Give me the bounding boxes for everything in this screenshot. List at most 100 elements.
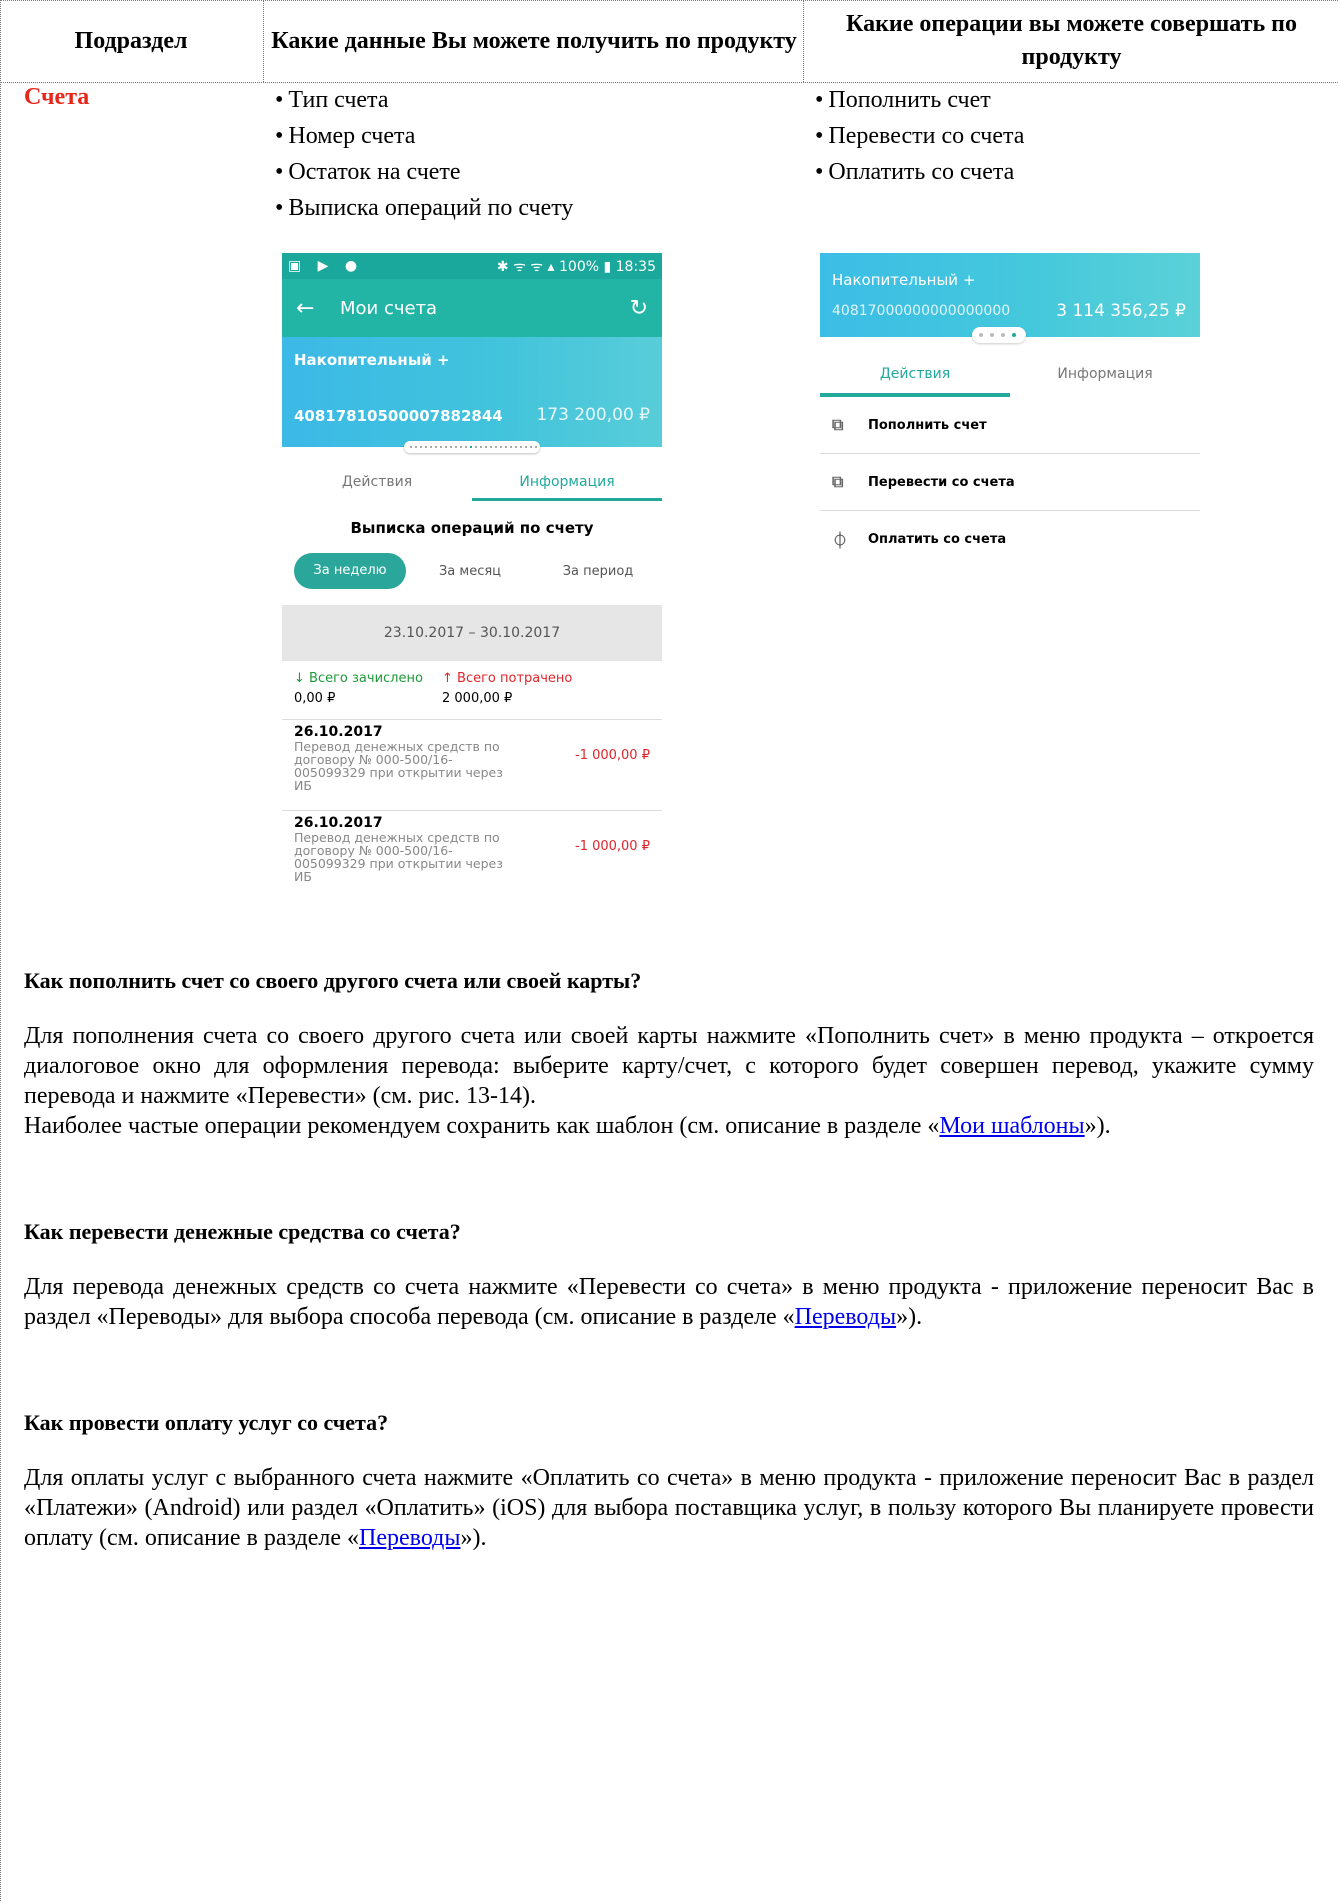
operations-list: Пополнить счет Перевести со счета Оплати… xyxy=(815,82,1024,190)
account-statement-screenshot: ▣ ▶ ● ✱ ᯤ ᯤ ▴ 100% ▮ 18:35 ← Мои счета ↻… xyxy=(282,253,662,889)
period-range-button[interactable]: За период xyxy=(534,564,662,579)
tab-indicator xyxy=(820,393,1010,397)
pager-dot xyxy=(430,446,432,448)
text: »). xyxy=(1084,1113,1111,1139)
pager-dot xyxy=(510,446,512,448)
pager-dot xyxy=(535,446,537,448)
action-topup[interactable]: ⧉ Пополнить счет xyxy=(820,397,1200,454)
link-transfers[interactable]: Переводы xyxy=(359,1525,460,1551)
pager-dot xyxy=(480,446,482,448)
date-range[interactable]: 23.10.2017 – 30.10.2017 xyxy=(282,605,662,661)
list-item: Перевести со счета xyxy=(815,118,1024,154)
pager-dot xyxy=(440,446,442,448)
period-month-button[interactable]: За месяц xyxy=(406,564,534,579)
action-label: Оплатить со счета xyxy=(868,531,1007,547)
pager-dot xyxy=(485,446,487,448)
action-label: Пополнить счет xyxy=(868,417,987,433)
operation-amount: -1 000,00 ₽ xyxy=(575,839,650,854)
pager-dot xyxy=(415,446,417,448)
account-card[interactable]: Накопительный + 40817000000000000000 3 1… xyxy=(820,253,1200,337)
operation-description: Перевод денежных средств по договору № 0… xyxy=(294,830,503,884)
faq-question-payment: Как провести оплату услуг со счета? xyxy=(24,1410,389,1435)
statement-title: Выписка операций по счету xyxy=(350,519,594,537)
header-subsection: Подраздел xyxy=(74,27,188,54)
tab-actions[interactable]: Действия xyxy=(282,467,472,507)
pay-bill-icon: ⏀ xyxy=(832,531,849,550)
pager-dot xyxy=(525,446,527,448)
pager-dot xyxy=(515,446,517,448)
text: Наиболее частые операции рекомендуем сох… xyxy=(24,1113,940,1139)
screen-title: Мои счета xyxy=(340,297,438,319)
card-transfer-icon: ⧉ xyxy=(832,472,844,491)
account-number: 40817810500007882844 xyxy=(294,407,503,425)
tab-indicator xyxy=(472,498,662,501)
faq-answer-transfer: Для перевода денежных средств со счета н… xyxy=(24,1272,1314,1332)
refresh-icon[interactable]: ↻ xyxy=(630,296,648,321)
faq-question-transfer: Как перевести денежные средства со счета… xyxy=(24,1219,461,1244)
card-pager xyxy=(282,441,662,467)
list-item: Пополнить счет xyxy=(815,82,1024,118)
link-my-templates[interactable]: Мои шаблоны xyxy=(939,1113,1084,1139)
action-transfer[interactable]: ⧉ Перевести со счета xyxy=(820,454,1200,511)
period-selector: За неделю За месяц За период xyxy=(282,545,662,597)
spent-label: ↑ Всего потрачено xyxy=(442,671,573,686)
pager-dot xyxy=(445,446,447,448)
action-label: Перевести со счета xyxy=(868,474,1015,490)
link-transfers[interactable]: Переводы xyxy=(795,1304,896,1330)
pager-dot xyxy=(470,446,472,448)
data-list: Тип счета Номер счета Остаток на счете В… xyxy=(275,82,573,226)
tab-actions[interactable]: Действия xyxy=(820,351,1010,397)
operation-date: 26.10.2017 xyxy=(294,815,383,831)
pager-dot xyxy=(475,446,477,448)
text: Для перевода денежных средств со счета н… xyxy=(24,1274,1314,1330)
pager-dot xyxy=(500,446,502,448)
app-bar: ← Мои счета ↻ xyxy=(282,279,662,337)
faq-question-topup: Как пополнить счет со своего другого сче… xyxy=(24,968,642,993)
tab-information[interactable]: Информация xyxy=(1010,351,1200,397)
card-topup-icon: ⧉ xyxy=(832,415,844,434)
pager-dot xyxy=(1012,333,1016,337)
pager-dot xyxy=(425,446,427,448)
pager-dot xyxy=(490,446,492,448)
status-icons-left: ▣ ▶ ● xyxy=(288,258,364,274)
totals: ↓ Всего зачислено 0,00 ₽ ↑ Всего потраче… xyxy=(282,661,662,719)
list-item: Тип счета xyxy=(275,82,573,118)
status-bar: ▣ ▶ ● ✱ ᯤ ᯤ ▴ 100% ▮ 18:35 xyxy=(282,253,662,279)
pager-dot xyxy=(465,446,467,448)
pager-dots xyxy=(972,327,1026,343)
tab-bar: Действия Информация xyxy=(820,351,1200,397)
list-item: Оплатить со счета xyxy=(815,154,1024,190)
pager-dot xyxy=(990,333,994,337)
pager-dot xyxy=(420,446,422,448)
period-week-button[interactable]: За неделю xyxy=(294,553,406,589)
pager-dot xyxy=(520,446,522,448)
page-left-border xyxy=(0,0,1,1901)
header-available-operations: Какие операции вы можете совершать по пр… xyxy=(803,0,1338,82)
operation-date: 26.10.2017 xyxy=(294,724,383,740)
operation-row[interactable]: 26.10.2017 Перевод денежных средств по д… xyxy=(282,719,662,810)
account-card[interactable]: Накопительный + 40817810500007882844 173… xyxy=(282,337,662,447)
pager-dot xyxy=(450,446,452,448)
credited-label: ↓ Всего зачислено xyxy=(294,671,423,686)
section-label-accounts: Счета xyxy=(24,84,90,110)
account-balance: 173 200,00 ₽ xyxy=(536,405,650,425)
pager-dot xyxy=(1001,333,1005,337)
list-item: Номер счета xyxy=(275,118,573,154)
account-actions-screenshot: Накопительный + 40817000000000000000 3 1… xyxy=(820,253,1200,573)
list-item: Остаток на счете xyxy=(275,154,573,190)
action-pay[interactable]: ⏀ Оплатить со счета xyxy=(820,511,1200,567)
account-name: Накопительный + xyxy=(832,271,976,289)
pager-dot xyxy=(495,446,497,448)
text: Для оплаты услуг с выбранного счета нажм… xyxy=(24,1465,1314,1551)
list-item: Выписка операций по счету xyxy=(275,190,573,226)
pager-dots xyxy=(404,441,540,453)
account-balance: 3 114 356,25 ₽ xyxy=(1056,301,1186,321)
text: »). xyxy=(896,1304,923,1330)
pager-dot xyxy=(460,446,462,448)
pager-dot xyxy=(410,446,412,448)
operation-row[interactable]: 26.10.2017 Перевод денежных средств по д… xyxy=(282,810,662,889)
tab-information[interactable]: Информация xyxy=(472,467,662,507)
faq-answer-templates: Наиболее частые операции рекомендуем сох… xyxy=(24,1111,1314,1141)
back-arrow-icon[interactable]: ← xyxy=(296,296,340,321)
header-divider xyxy=(0,82,1338,83)
